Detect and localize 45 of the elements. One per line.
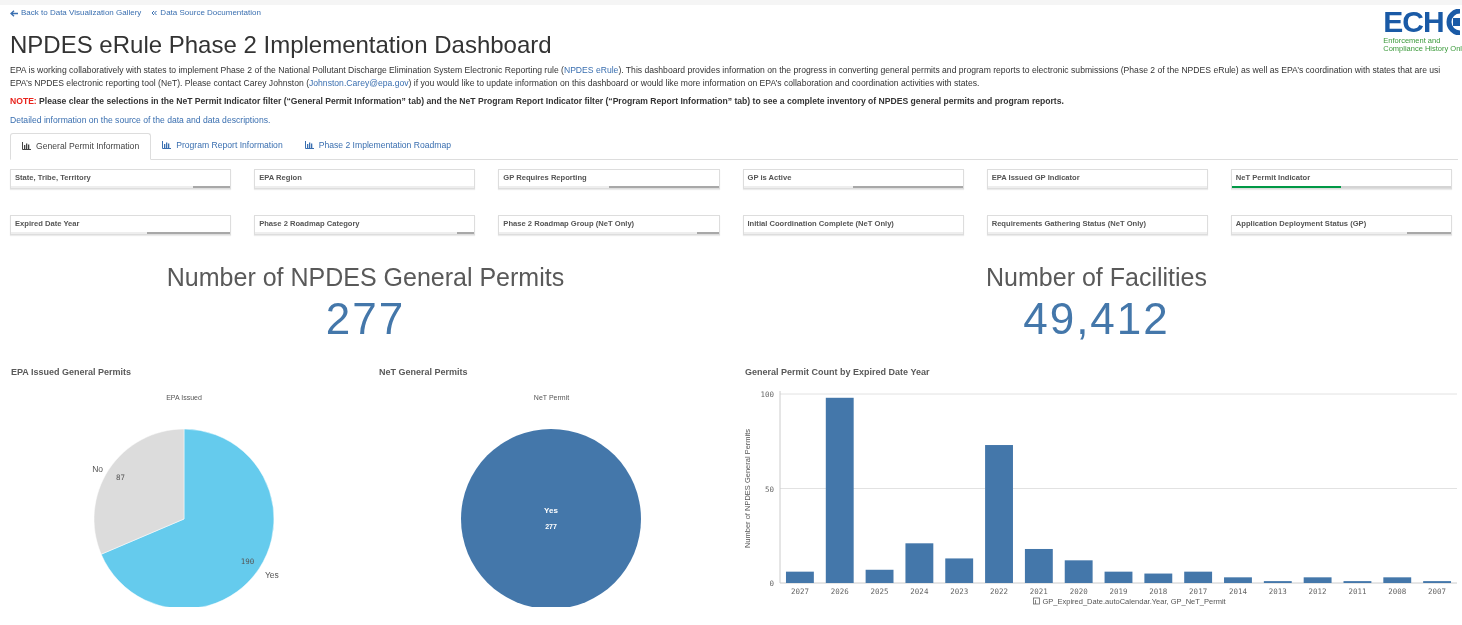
bar[interactable] <box>1064 560 1093 584</box>
details-link[interactable]: Detailed information on the source of the data and data descriptions. <box>10 114 271 125</box>
slice-label: No <box>92 463 104 474</box>
bar-chart-icon <box>22 142 31 151</box>
bar-chart-icon <box>304 141 314 150</box>
slice-label: Yes <box>264 570 279 581</box>
text-link[interactable]: Johnston.Carey@epa.gov <box>309 78 409 88</box>
bar[interactable] <box>905 543 934 584</box>
intro-paragraph-line: EPA is working collaboratively with states to implement Phase 2 of the National Pollutant Discharge Elimination System Electronic Reporting rule (NPDES eRule). This dashboard provides information on the progress in converting general permits and program reports to electronic submissions (Phase 2 of the NPDES eRule) as well as EPA’s coordination with states that are usi <box>10 64 1442 77</box>
bar[interactable] <box>1104 571 1133 584</box>
dimension-icon <box>1033 597 1040 605</box>
bar[interactable] <box>1303 577 1332 584</box>
tab[interactable]: Phase 2 Implementation Roadmap <box>293 131 462 159</box>
bar-chart-icon <box>162 141 172 150</box>
logo-wordmark: ECH <box>1383 7 1444 37</box>
bar[interactable] <box>785 571 814 584</box>
bar[interactable] <box>1144 573 1173 584</box>
bar[interactable] <box>1184 571 1213 584</box>
note-text: NOTE: Please clear the selections in the NeT Permit Indicator filter (“General Permit Information” tab) and the NeT Program Report Indicator filter (“Program Report Information” tab) to see a complete inventory of NPDES general permits and program reports. <box>10 95 1065 108</box>
nav-link[interactable]: Data Source Documentation <box>151 7 261 19</box>
tab[interactable]: General Permit Information <box>10 132 152 160</box>
bar[interactable] <box>825 398 854 584</box>
intro-paragraph-line: EPA’s NPDES electronic reporting tool (NeT). Please contact Carey Johnston (Johnston.Carey@epa.gov) if you would like to update information on this dashboard or would like more information on EPA’s collaboration and coordination activities with states. <box>10 77 981 90</box>
nav-link[interactable]: Back to Data Visualization Gallery <box>10 7 142 19</box>
page-title: NPDES eRule Phase 2 Implementation Dashboard <box>10 31 552 59</box>
left-arrow-icon <box>10 9 18 17</box>
kpi-value: 277 <box>325 292 406 345</box>
bar[interactable] <box>1024 549 1053 584</box>
bar[interactable] <box>1383 577 1412 584</box>
kpi-value: 49,412 <box>1023 292 1170 345</box>
bar[interactable] <box>1343 581 1372 584</box>
chart-title: EPA Issued General Permits <box>10 365 133 379</box>
double-chevron-icon <box>151 10 158 16</box>
kpi-title: Number of NPDES General Permits <box>166 261 565 292</box>
tab[interactable]: Program Report Information <box>151 131 294 159</box>
chart-title: NeT General Permits <box>378 365 469 379</box>
bar[interactable] <box>945 558 974 584</box>
pie-slice[interactable] <box>461 429 641 608</box>
bar[interactable] <box>1263 581 1292 584</box>
chart-title: General Permit Count by Expired Date Year <box>744 365 931 379</box>
slice-label: Yes <box>544 506 558 516</box>
bar[interactable] <box>1224 577 1252 584</box>
bar[interactable] <box>865 570 894 584</box>
bar[interactable] <box>1423 581 1452 584</box>
kpi-title: Number of Facilities <box>986 261 1207 292</box>
